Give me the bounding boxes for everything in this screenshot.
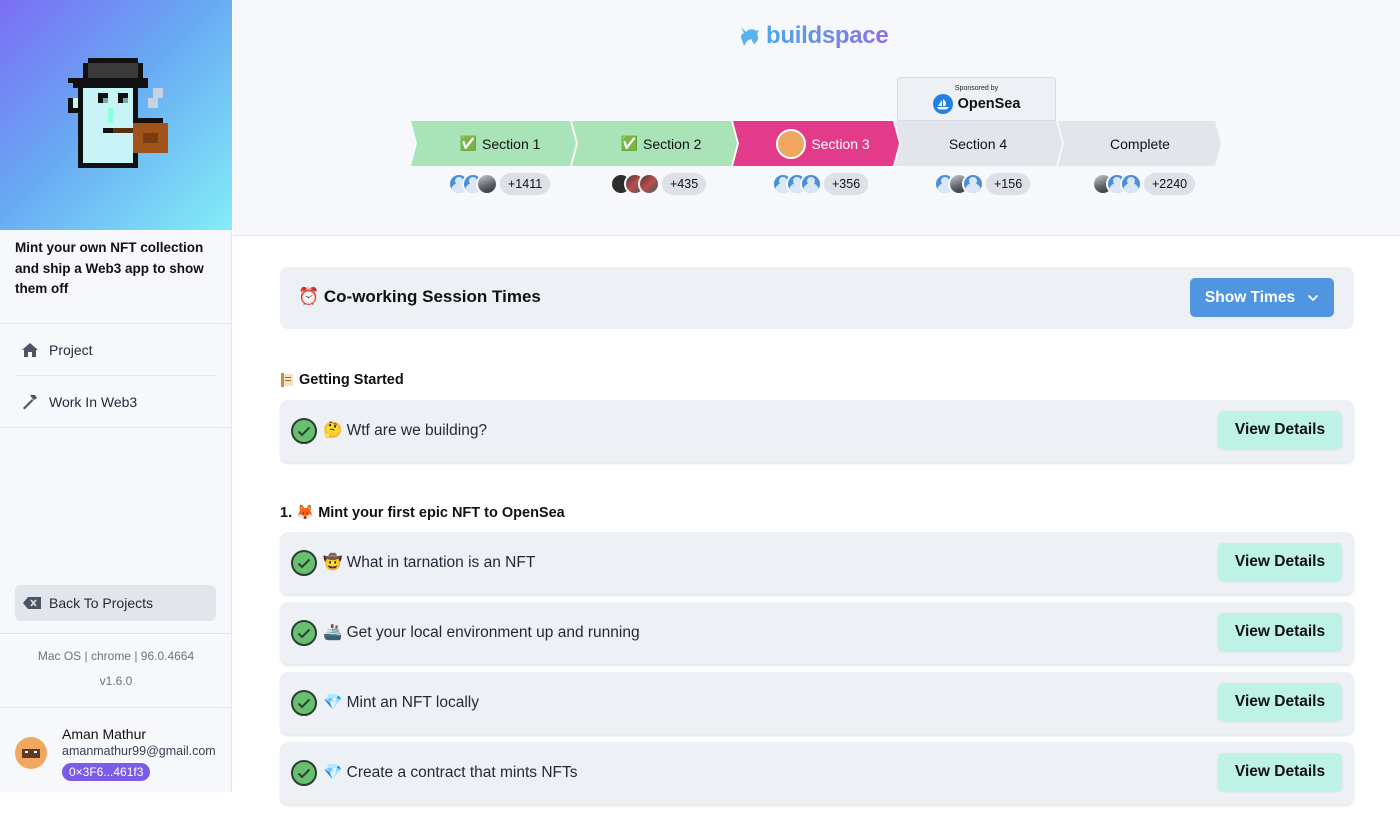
view-details-button[interactable]: View Details: [1218, 613, 1342, 651]
participant-avatar: [962, 173, 984, 195]
view-details-button[interactable]: View Details: [1218, 411, 1342, 449]
lesson-label: 🤠 What in tarnation is an NFT: [323, 554, 536, 571]
session-title: ⏰ Co-working Session Times: [298, 287, 541, 306]
participant-count: +156: [986, 173, 1031, 195]
app-root: Mint your own NFT collection and ship a …: [0, 0, 1400, 817]
ship-emoji-icon: 🚢: [323, 624, 343, 641]
thinking-emoji-icon: 🤔: [323, 422, 343, 439]
sidebar: Mint your own NFT collection and ship a …: [0, 0, 232, 792]
lesson-row: 💎 Mint an NFT locally View Details: [280, 672, 1354, 734]
sidebar-divider: [0, 323, 232, 324]
hammer-icon: [23, 395, 37, 410]
participants-section-1[interactable]: +1411: [448, 172, 551, 196]
completed-check-icon: [291, 690, 317, 716]
back-to-projects-button[interactable]: Back To Projects: [15, 585, 216, 621]
lesson-row: 💎 Create a contract that mints NFTs View…: [280, 742, 1354, 804]
completed-check-icon: [291, 418, 317, 444]
unicorn-icon: [740, 27, 759, 46]
lesson-label: 💎 Mint an NFT locally: [323, 694, 479, 711]
gem-emoji-icon: 💎: [323, 764, 343, 781]
sidebar-item-label: Project: [49, 342, 93, 358]
sidebar-divider: [0, 707, 232, 708]
completed-check-icon: [291, 760, 317, 786]
participant-avatar: [638, 173, 660, 195]
lesson-label: 💎 Create a contract that mints NFTs: [323, 764, 578, 781]
user-avatar: [15, 737, 47, 769]
sponsor-box[interactable]: Sponsored by OpenSea: [897, 77, 1056, 121]
pixel-punk-nft-image: [68, 58, 168, 168]
system-info: Mac OS | chrome | 96.0.4664: [37, 649, 195, 663]
view-details-button[interactable]: View Details: [1218, 543, 1342, 581]
participants-section-2[interactable]: +435: [610, 172, 707, 196]
participant-avatar: [1120, 173, 1142, 195]
sponsor-label: Sponsored by: [954, 85, 999, 92]
project-title: Mint your own NFT collection and ship a …: [15, 240, 204, 296]
participant-count: +435: [662, 173, 707, 195]
participant-avatar: [800, 173, 822, 195]
participants-section-3[interactable]: +356: [772, 172, 869, 196]
back-button-label: Back To Projects: [49, 595, 154, 611]
lesson-row: 🚢 Get your local environment up and runn…: [280, 602, 1354, 664]
step-section-2[interactable]: ✅ Section 2: [578, 121, 744, 166]
group-title-getting-started: Getting Started: [280, 372, 404, 388]
participant-avatar: [476, 173, 498, 195]
participant-count: +356: [824, 173, 869, 195]
lesson-row: 🤔 Wtf are we building? View Details: [280, 400, 1354, 462]
participant-count: +2240: [1144, 173, 1196, 195]
wallet-address-badge[interactable]: 0×3F6...461f3: [62, 763, 151, 781]
brand-name: buildspace: [766, 22, 889, 49]
nav-separator: [15, 375, 216, 376]
lesson-label: 🤔 Wtf are we building?: [323, 422, 488, 439]
view-details-button[interactable]: View Details: [1218, 753, 1342, 791]
current-section-avatar: [776, 128, 807, 159]
project-hero-banner: [0, 0, 232, 230]
chevron-down-icon: [1307, 294, 1319, 301]
participants-complete[interactable]: +2240: [1092, 172, 1196, 196]
backspace-icon: [23, 597, 41, 609]
sidebar-divider: [0, 633, 232, 634]
lesson-label: 🚢 Get your local environment up and runn…: [323, 624, 640, 641]
check-emoji-icon: ✅: [459, 135, 478, 151]
sidebar-item-project[interactable]: Project: [15, 329, 216, 371]
user-name: Aman Mathur: [62, 726, 147, 742]
completed-check-icon: [291, 620, 317, 646]
check-emoji-icon: ✅: [620, 135, 639, 151]
participants-section-4[interactable]: +156: [934, 172, 1031, 196]
group-title-mint-nft: 1. 🦊 Mint your first epic NFT to OpenSea: [280, 505, 565, 521]
app-version: v1.6.0: [99, 674, 133, 688]
cowboy-emoji-icon: 🤠: [323, 554, 343, 571]
show-times-button[interactable]: Show Times: [1190, 278, 1334, 317]
step-section-3[interactable]: Section 3: [740, 121, 906, 166]
completed-check-icon: [291, 550, 317, 576]
sidebar-divider: [0, 427, 232, 428]
scroll-icon: [281, 373, 293, 387]
step-section-4[interactable]: Section 4: [902, 121, 1054, 166]
user-email: amanmathur99@gmail.com: [62, 744, 216, 758]
view-details-button[interactable]: View Details: [1218, 683, 1342, 721]
buildspace-logo[interactable]: buildspace: [738, 22, 889, 50]
sidebar-item-work-in-web3[interactable]: Work In Web3: [15, 381, 216, 423]
opensea-icon: [932, 94, 953, 114]
home-icon: [22, 343, 38, 357]
gem-emoji-icon: 💎: [323, 694, 343, 711]
step-complete[interactable]: Complete: [1064, 121, 1216, 166]
step-section-1[interactable]: ✅ Section 1: [417, 121, 583, 166]
coworking-session-card: ⏰ Co-working Session Times Show Times: [280, 267, 1354, 329]
sidebar-item-label: Work In Web3: [49, 394, 138, 410]
sponsor-name: OpenSea: [932, 94, 1020, 114]
participant-count: +1411: [500, 173, 551, 195]
lesson-row: 🤠 What in tarnation is an NFT View Detai…: [280, 532, 1354, 594]
